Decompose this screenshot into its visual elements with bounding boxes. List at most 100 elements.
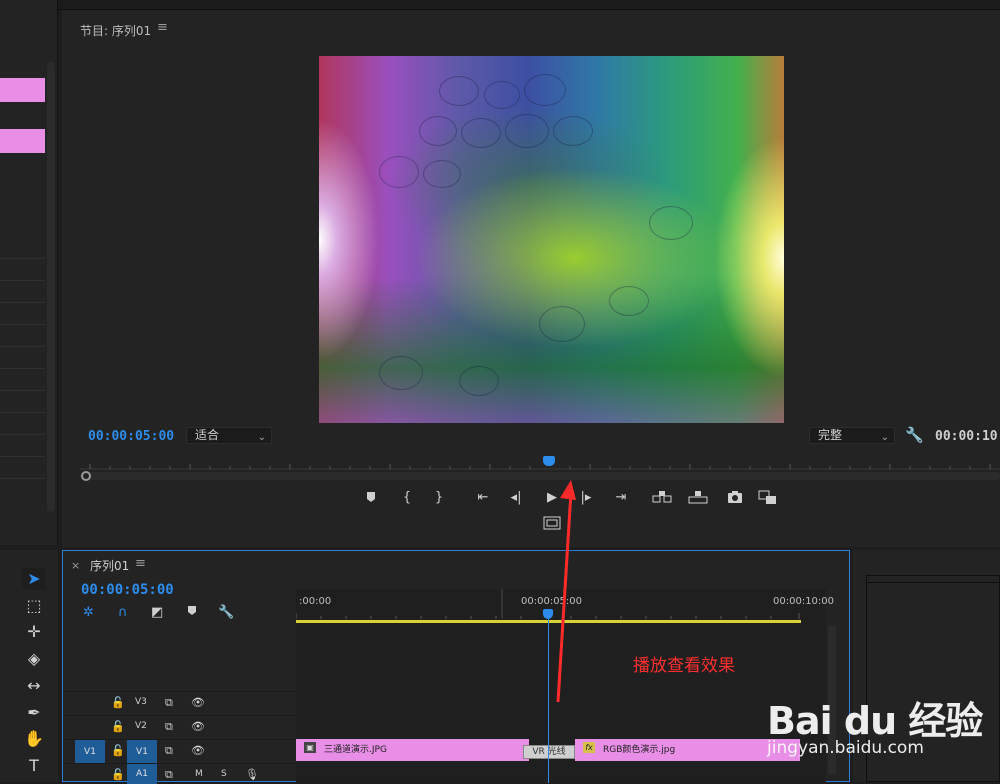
slip-tool-icon[interactable]: ↔ <box>22 675 46 697</box>
selection-tool-icon[interactable]: ➤ <box>22 568 46 590</box>
texture-cell <box>459 366 499 396</box>
list-divider <box>0 478 45 479</box>
texture-cell <box>379 356 423 390</box>
track-header-v1: V1 🔓 V1 ⧉ 👁 <box>63 739 295 764</box>
add-marker-icon[interactable] <box>187 605 197 621</box>
list-divider <box>0 346 45 347</box>
duration-timecode: 00:00:10:0 <box>935 429 1000 444</box>
mute-button[interactable]: M <box>195 769 203 779</box>
eye-icon[interactable]: 👁 <box>191 720 205 733</box>
scrollbar-handle[interactable] <box>81 471 91 481</box>
monitor-time-ruler[interactable] <box>80 456 1000 470</box>
project-item[interactable] <box>0 129 45 153</box>
timeline-settings-icon[interactable]: 🔧 <box>218 605 234 620</box>
texture-cell <box>539 306 585 342</box>
texture-cell <box>553 116 593 146</box>
solo-button[interactable]: S <box>221 769 227 779</box>
list-divider <box>0 258 45 259</box>
razor-tool-icon[interactable]: ◈ <box>22 648 46 670</box>
meter-divider <box>866 582 1000 583</box>
video-clip[interactable]: ▣ 三通道演示.JPG <box>296 739 529 761</box>
texture-cell <box>419 116 457 146</box>
transition-clip[interactable]: VR 光线 <box>523 745 575 759</box>
list-divider <box>0 412 45 413</box>
export-frame-icon[interactable] <box>726 490 744 510</box>
clip-label: RGB颜色演示.jpg <box>603 745 676 755</box>
source-patch-v1[interactable]: V1 <box>75 740 105 764</box>
go-to-in-icon[interactable]: ⇤ <box>474 490 492 510</box>
ripple-edit-tool-icon[interactable]: ✛ <box>22 621 46 643</box>
track-header-v3: 🔓 V3 ⧉ 👁 <box>63 691 295 715</box>
texture-cell <box>649 206 693 240</box>
close-icon[interactable]: × <box>71 559 80 572</box>
eye-icon[interactable]: 👁 <box>191 744 205 757</box>
track-select-tool-icon[interactable]: ⬚ <box>22 595 46 617</box>
current-timecode[interactable]: 00:00:05:00 <box>88 429 174 444</box>
list-divider <box>0 390 45 391</box>
nest-icon[interactable]: ✲ <box>83 605 94 620</box>
top-strip <box>0 0 1000 10</box>
lock-icon[interactable]: 🔓 <box>111 768 125 781</box>
compare-icon[interactable] <box>758 490 778 510</box>
annotation-arrow <box>556 480 576 703</box>
track-target-a1[interactable]: A1 <box>127 764 157 784</box>
monitor-title[interactable]: 节目: 序列01 <box>80 22 151 39</box>
go-to-out-icon[interactable]: ⇥ <box>612 490 630 510</box>
texture-cell <box>379 156 419 188</box>
type-tool-icon[interactable]: T <box>22 755 46 777</box>
overwrite-icon[interactable] <box>688 490 708 510</box>
texture-cell <box>524 74 566 106</box>
video-preview <box>319 56 784 423</box>
zoom-select[interactable]: 适合 ⌄ <box>186 427 272 444</box>
project-item-selected[interactable] <box>0 78 45 102</box>
linked-selection-icon[interactable]: ◩ <box>151 605 163 620</box>
annotation-text: 播放查看效果 <box>633 656 735 676</box>
texture-cell <box>423 160 461 188</box>
resolution-select[interactable]: 完整 ⌄ <box>809 427 895 444</box>
list-divider <box>0 368 45 369</box>
timeline-timecode[interactable]: 00:00:05:00 <box>81 582 174 598</box>
watermark-url: jingyan.baidu.com <box>767 738 924 758</box>
timeline-tab[interactable]: 序列01 <box>90 557 129 574</box>
lock-icon[interactable]: 🔓 <box>111 720 125 733</box>
step-back-icon[interactable]: ◂| <box>508 490 524 510</box>
texture-cell <box>484 81 520 109</box>
fx-badge[interactable]: fx <box>583 742 595 753</box>
texture-cell <box>439 76 479 106</box>
sync-lock-icon[interactable]: ⧉ <box>165 744 173 758</box>
settings-wrench-icon[interactable]: 🔧 <box>905 426 924 444</box>
marker-icon[interactable] <box>364 490 378 510</box>
clip-label: 三通道演示.JPG <box>324 745 387 755</box>
project-panel <box>0 0 58 545</box>
texture-cell <box>461 118 501 148</box>
microphone-icon[interactable]: 🎙 <box>245 768 259 781</box>
monitor-menu-icon[interactable]: ≡ <box>157 20 168 35</box>
track-name[interactable]: V3 <box>135 697 147 707</box>
ruler-ticks <box>89 464 991 469</box>
timeline-menu-icon[interactable]: ≡ <box>135 556 146 571</box>
list-divider <box>0 456 45 457</box>
ruler-label: 00:00:10:00 <box>773 596 835 607</box>
list-divider <box>0 280 45 281</box>
track-target-v1[interactable]: V1 <box>127 740 157 764</box>
tools-panel: ➤ ⬚ ✛ ◈ ↔ ✒ ✋ T <box>0 550 58 782</box>
insert-icon[interactable] <box>652 490 672 510</box>
sync-lock-icon[interactable]: ⧉ <box>165 696 173 710</box>
ruler-label: :00:00 <box>299 596 332 607</box>
hand-tool-icon[interactable]: ✋ <box>22 728 46 750</box>
out-point-icon[interactable]: } <box>432 490 446 510</box>
snap-icon[interactable]: ∩ <box>118 605 128 620</box>
chevron-down-icon: ⌄ <box>257 432 266 443</box>
track-header-a1: 🔓 A1 ⧉ M S 🎙 <box>63 763 295 784</box>
track-name[interactable]: V2 <box>135 721 147 731</box>
lock-icon[interactable]: 🔓 <box>111 744 125 757</box>
in-point-icon[interactable]: { <box>400 490 414 510</box>
lock-icon[interactable]: 🔓 <box>111 696 125 709</box>
sync-lock-icon[interactable]: ⧉ <box>165 768 173 782</box>
eye-icon[interactable]: 👁 <box>191 696 205 709</box>
monitor-playhead[interactable] <box>543 456 555 466</box>
project-scrollbar[interactable] <box>47 62 55 512</box>
pen-tool-icon[interactable]: ✒ <box>22 702 46 724</box>
program-monitor: 节目: 序列01 ≡ 00:00:05:00 适合 ⌄ 完整 ⌄ 🔧 00:00… <box>62 10 1000 547</box>
sync-lock-icon[interactable]: ⧉ <box>165 720 173 734</box>
